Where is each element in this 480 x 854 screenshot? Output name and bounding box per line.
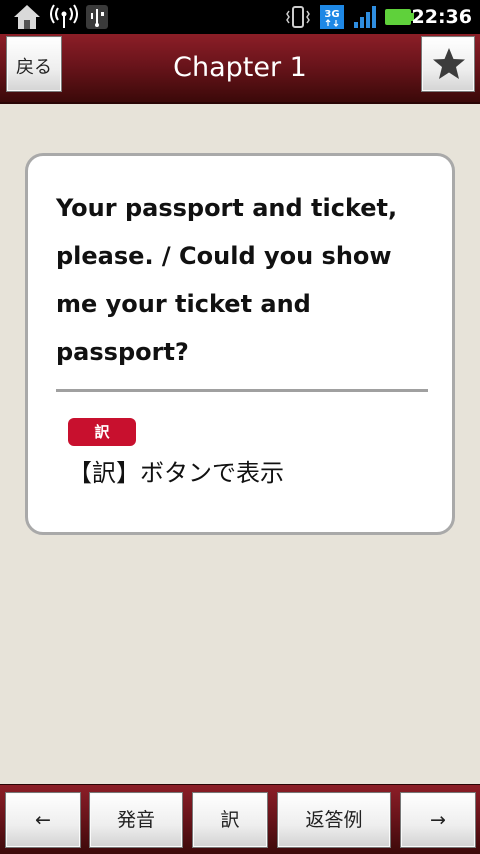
wifi-hotspot-icon — [50, 4, 78, 28]
reply-example-button[interactable]: 返答例 — [277, 792, 391, 848]
network-3g-icon: 3G — [320, 5, 344, 29]
pronounce-button[interactable]: 発音 — [89, 792, 183, 848]
next-button[interactable]: → — [400, 792, 476, 848]
translation-badge: 訳 — [68, 418, 136, 446]
translation-placeholder: 【訳】ボタンで表示 — [68, 459, 284, 487]
translate-button[interactable]: 訳 — [192, 792, 268, 848]
page-title: Chapter 1 — [173, 52, 307, 83]
prev-button[interactable]: ← — [5, 792, 81, 848]
signal-icon — [354, 6, 376, 28]
vibrate-icon — [286, 6, 310, 28]
divider — [56, 389, 428, 392]
app-header: 戻る Chapter 1 — [0, 34, 480, 104]
status-clock: 22:36 — [411, 6, 472, 28]
star-icon — [433, 48, 465, 79]
bottom-toolbar: ← 発音 訳 返答例 → — [0, 784, 480, 854]
phrase-text: Your passport and ticket, please. / Coul… — [56, 194, 398, 366]
phrase-card: Your passport and ticket, please. / Coul… — [25, 153, 455, 535]
network-type-label: 3G — [324, 9, 339, 20]
battery-icon — [385, 9, 414, 25]
status-bar: 3G 22:36 — [0, 0, 480, 34]
home-icon — [14, 5, 40, 29]
usb-icon — [86, 5, 108, 29]
favorite-button[interactable] — [421, 36, 475, 92]
